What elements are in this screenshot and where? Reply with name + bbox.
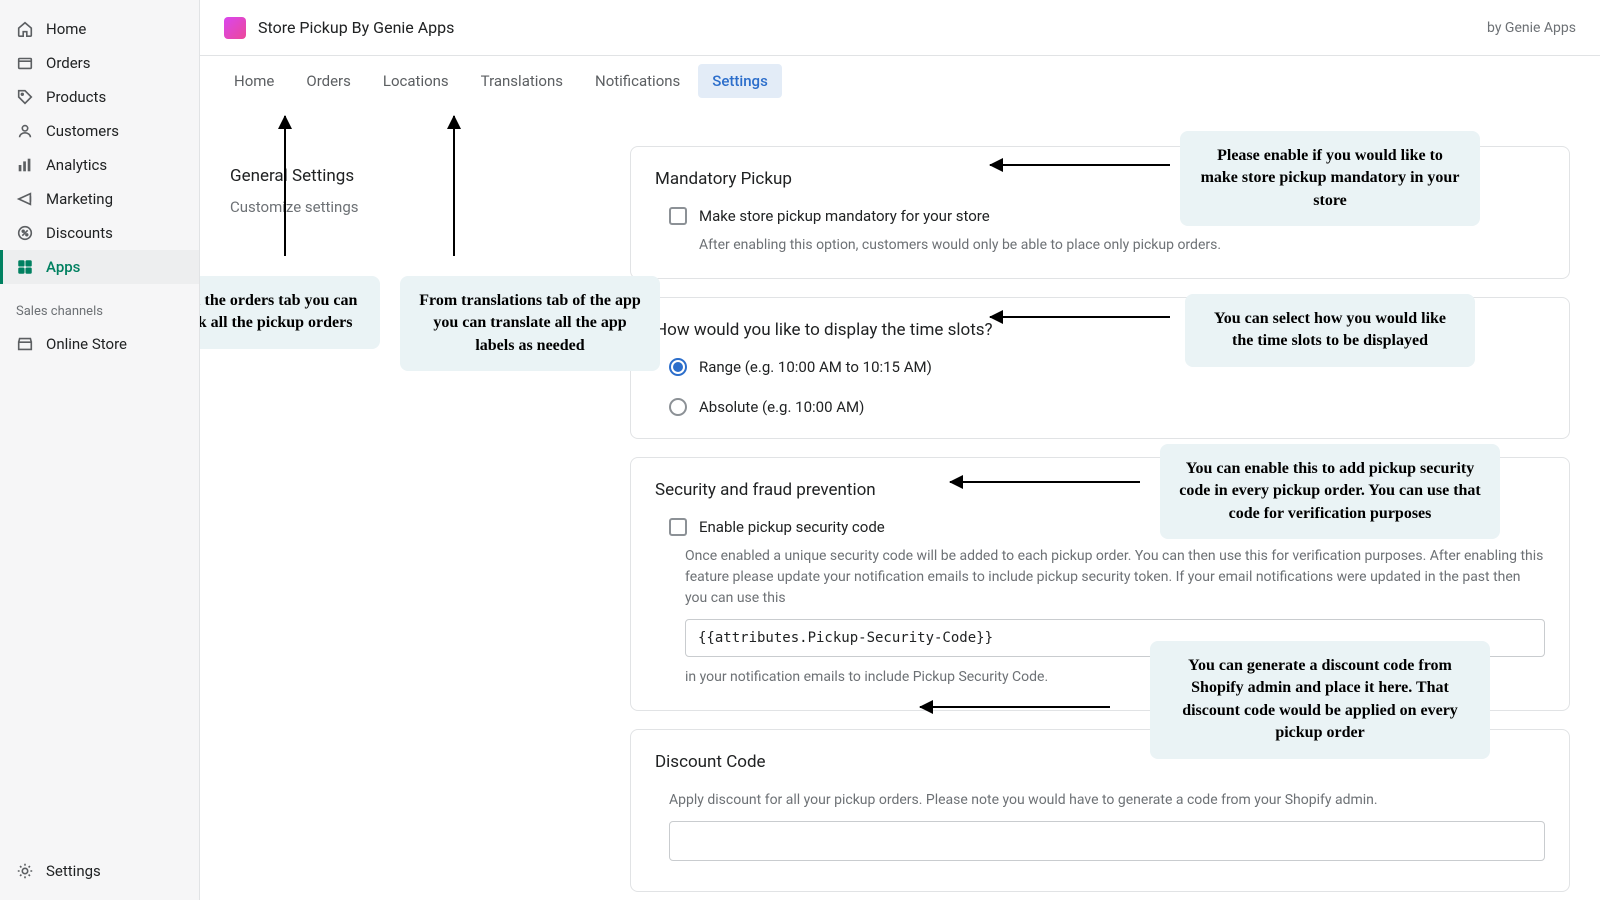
tab-orders[interactable]: Orders	[292, 64, 365, 98]
annotation-arrow	[990, 316, 1170, 318]
tab-settings[interactable]: Settings	[698, 64, 782, 98]
help-text: After enabling this option, customers wo…	[699, 235, 1545, 256]
app-title: Store Pickup By Genie Apps	[258, 18, 454, 37]
callout-discount: You can generate a discount code from Sh…	[1150, 641, 1490, 759]
sidebar-item-label: Products	[46, 88, 106, 106]
marketing-icon	[16, 190, 34, 208]
sidebar-item-apps[interactable]: Apps	[0, 250, 199, 284]
callout-translations: From translations tab of the app you can…	[400, 276, 660, 371]
callout-timeslots: You can select how you would like the ti…	[1185, 294, 1475, 367]
gear-icon	[16, 862, 34, 880]
topbar: Store Pickup By Genie Apps by Genie Apps	[200, 0, 1600, 56]
sidebar-item-label: Apps	[46, 258, 80, 276]
tab-notifications[interactable]: Notifications	[581, 64, 694, 98]
callout-orders: From the orders tab you can check all th…	[200, 276, 380, 349]
annotation-arrow	[453, 116, 455, 256]
sidebar-item-customers[interactable]: Customers	[0, 114, 199, 148]
annotation-arrow	[920, 706, 1110, 708]
help-text: Once enabled a unique security code will…	[685, 546, 1545, 609]
radio-absolute[interactable]	[669, 398, 687, 416]
sidebar-item-analytics[interactable]: Analytics	[0, 148, 199, 182]
app-tabs: Home Orders Locations Translations Notif…	[200, 56, 1600, 106]
help-text: Apply discount for all your pickup order…	[669, 790, 1545, 811]
sidebar-item-label: Discounts	[46, 224, 113, 242]
sidebar-item-discounts[interactable]: Discounts	[0, 216, 199, 250]
sidebar-item-home[interactable]: Home	[0, 12, 199, 46]
sidebar-settings-label: Settings	[46, 862, 101, 880]
annotation-arrow	[950, 481, 1140, 483]
sidebar-item-label: Online Store	[46, 335, 127, 353]
sidebar-item-marketing[interactable]: Marketing	[0, 182, 199, 216]
sidebar-section-label: Sales channels	[0, 296, 199, 327]
sidebar-item-online-store[interactable]: Online Store	[0, 327, 199, 361]
tab-translations[interactable]: Translations	[467, 64, 577, 98]
annotation-arrow	[990, 164, 1170, 166]
checkbox-label: Enable pickup security code	[699, 518, 885, 536]
discounts-icon	[16, 224, 34, 242]
apps-icon	[16, 258, 34, 276]
app-icon	[224, 17, 246, 39]
sidebar-item-label: Analytics	[46, 156, 107, 174]
tab-home[interactable]: Home	[220, 64, 288, 98]
radio-label: Absolute (e.g. 10:00 AM)	[699, 398, 864, 416]
sidebar-item-label: Marketing	[46, 190, 113, 208]
home-icon	[16, 20, 34, 38]
analytics-icon	[16, 156, 34, 174]
products-icon	[16, 88, 34, 106]
sidebar-item-label: Home	[46, 20, 86, 38]
annotation-arrow	[284, 116, 286, 256]
sidebar-item-label: Orders	[46, 54, 91, 72]
checkbox-label: Make store pickup mandatory for your sto…	[699, 207, 990, 225]
orders-icon	[16, 54, 34, 72]
store-icon	[16, 335, 34, 353]
sidebar-item-settings[interactable]: Settings	[0, 854, 199, 888]
sidebar-item-orders[interactable]: Orders	[0, 46, 199, 80]
discount-code-input[interactable]	[669, 821, 1545, 861]
app-byline: by Genie Apps	[1487, 20, 1576, 36]
checkbox-security-code[interactable]	[669, 518, 687, 536]
callout-mandatory: Please enable if you would like to make …	[1180, 131, 1480, 226]
sidebar: Home Orders Products Customers Analytics…	[0, 0, 200, 900]
customers-icon	[16, 122, 34, 140]
sidebar-item-products[interactable]: Products	[0, 80, 199, 114]
callout-security: You can enable this to add pickup securi…	[1160, 444, 1500, 539]
checkbox-mandatory[interactable]	[669, 207, 687, 225]
radio-label: Range (e.g. 10:00 AM to 10:15 AM)	[699, 358, 932, 376]
tab-locations[interactable]: Locations	[369, 64, 463, 98]
sidebar-item-label: Customers	[46, 122, 119, 140]
radio-range[interactable]	[669, 358, 687, 376]
